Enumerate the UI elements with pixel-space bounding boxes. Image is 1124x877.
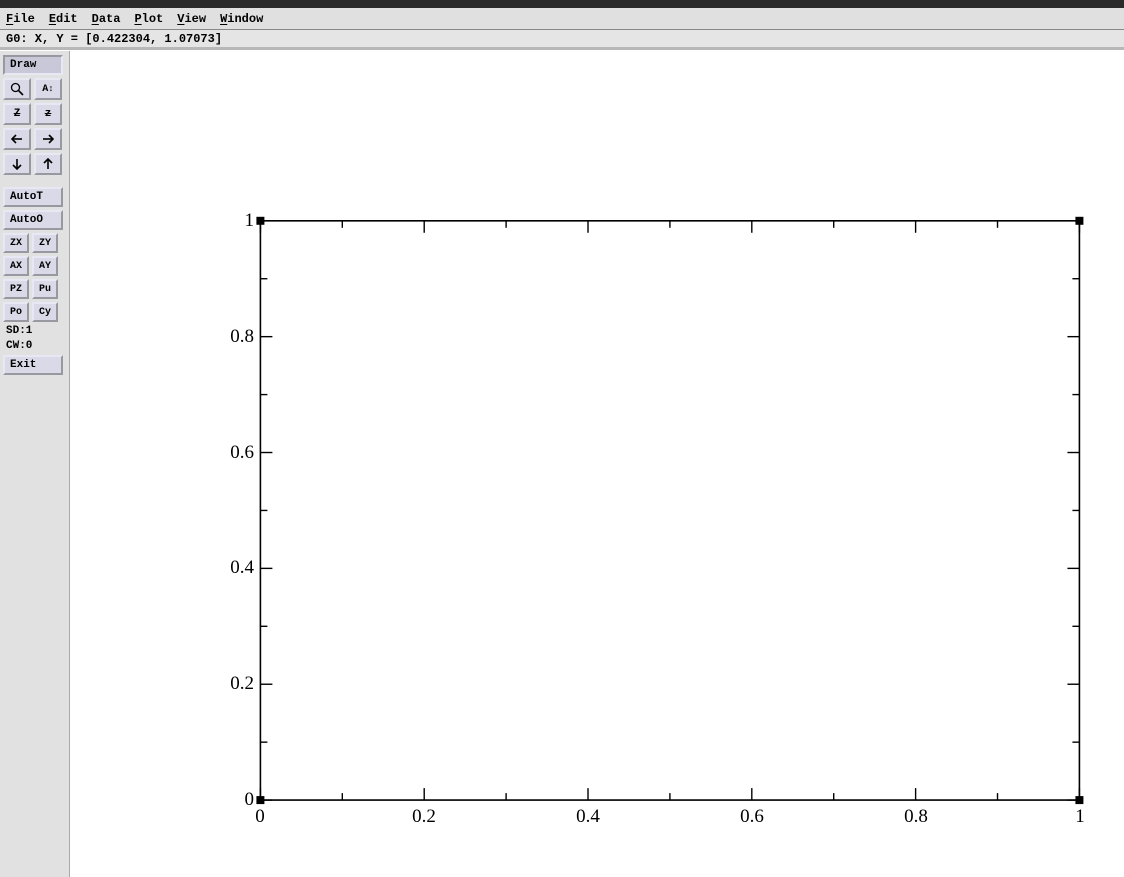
auto-t-button[interactable]: AutoT (3, 187, 63, 207)
pan-left-button[interactable] (3, 128, 31, 150)
ay-button[interactable]: AY (32, 256, 58, 276)
arrow-left-icon (11, 134, 23, 144)
po-button[interactable]: Po (3, 302, 29, 322)
menu-plot[interactable]: Plot (134, 12, 163, 26)
pz-button[interactable]: PZ (3, 279, 29, 299)
x-tick-label: 0.2 (412, 806, 436, 828)
menu-data[interactable]: Data (92, 12, 121, 26)
ax-button[interactable]: AX (3, 256, 29, 276)
zoom-tool-button[interactable] (3, 78, 31, 100)
pan-up-button[interactable] (34, 153, 62, 175)
x-tick-label: 0 (255, 806, 265, 828)
y-tick-label: 1 (224, 210, 254, 232)
x-tick-label: 0.8 (904, 806, 928, 828)
zoom-in-button[interactable]: z (34, 103, 62, 125)
pan-down-button[interactable] (3, 153, 31, 175)
y-tick-label: 0.2 (224, 673, 254, 695)
zoom-out-full-button[interactable]: Z (3, 103, 31, 125)
menu-edit[interactable]: Edit (49, 12, 78, 26)
auto-o-button[interactable]: AutoO (3, 210, 63, 230)
plot-area[interactable]: 0 0.2 0.4 0.6 0.8 1 0 0.2 0.4 0.6 0.8 1 (70, 51, 1124, 877)
search-icon (10, 82, 24, 96)
menu-view[interactable]: View (177, 12, 206, 26)
x-tick-label: 0.6 (740, 806, 764, 828)
arrow-right-icon (42, 134, 54, 144)
chart-canvas: 0 0.2 0.4 0.6 0.8 1 0 0.2 0.4 0.6 0.8 1 (70, 51, 1124, 877)
autoscale-button[interactable]: A↕ (34, 78, 62, 100)
x-tick-label: 0.4 (576, 806, 600, 828)
cw-label: CW:0 (3, 340, 32, 352)
pu-button[interactable]: Pu (32, 279, 58, 299)
y-tick-label: 0.8 (224, 326, 254, 348)
arrow-down-icon (12, 158, 22, 170)
exit-button[interactable]: Exit (3, 355, 63, 375)
menubar: File Edit Data Plot View Window (0, 8, 1124, 30)
titlebar (0, 0, 1124, 8)
y-tick-label: 0 (224, 789, 254, 811)
x-tick-label: 1 (1075, 806, 1085, 828)
draw-button[interactable]: Draw (3, 55, 63, 75)
status-bar: G0: X, Y = [0.422304, 1.07073] (0, 30, 1124, 50)
zx-button[interactable]: ZX (3, 233, 29, 253)
pan-right-button[interactable] (34, 128, 62, 150)
tool-sidebar: Draw A↕ Z z (0, 51, 70, 877)
menu-file[interactable]: File (6, 12, 35, 26)
y-tick-label: 0.4 (224, 557, 254, 579)
cy-button[interactable]: Cy (32, 302, 58, 322)
sd-label: SD:1 (3, 325, 32, 337)
menu-window[interactable]: Window (220, 12, 263, 26)
arrow-up-icon (43, 158, 53, 170)
y-tick-label: 0.6 (224, 442, 254, 464)
zy-button[interactable]: ZY (32, 233, 58, 253)
status-coords: G0: X, Y = [0.422304, 1.07073] (6, 32, 222, 46)
